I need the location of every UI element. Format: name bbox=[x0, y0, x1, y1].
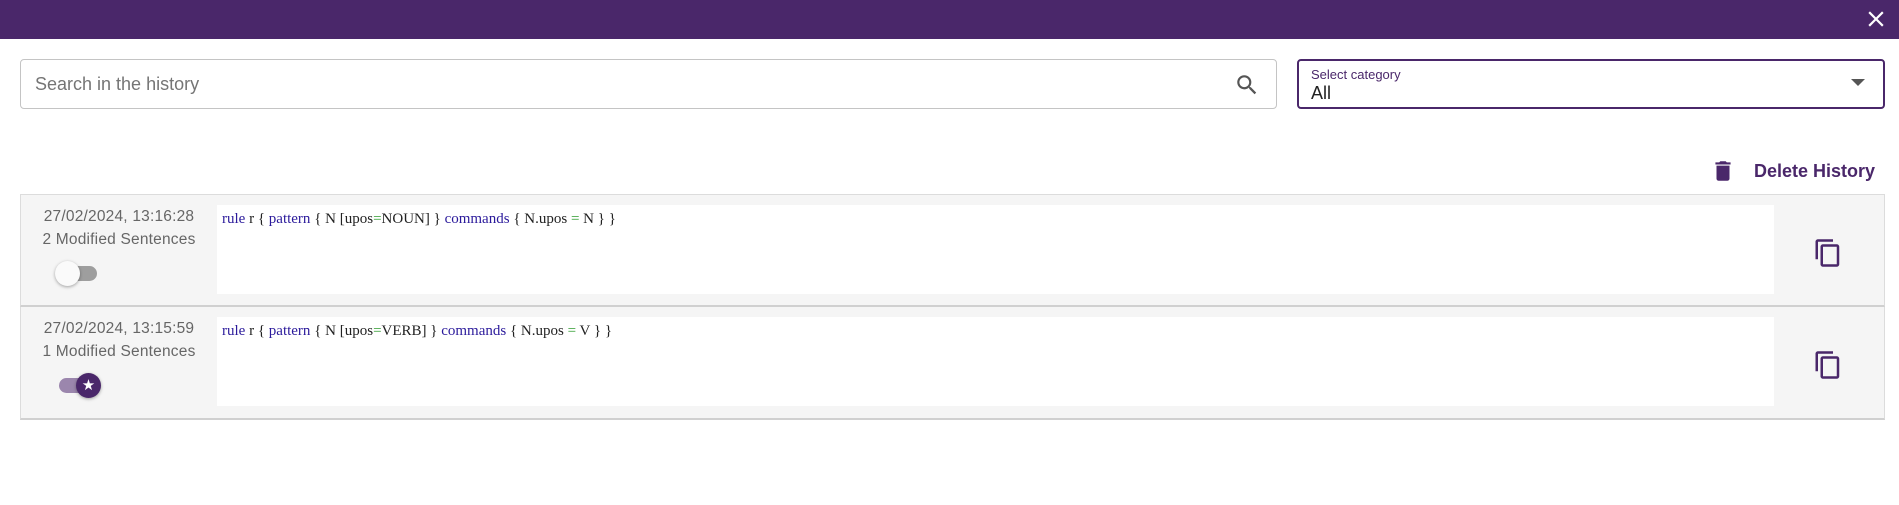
category-select[interactable]: Select category All bbox=[1297, 59, 1885, 109]
rule-code[interactable]: rule r { pattern { N [upos=NOUN] } comma… bbox=[217, 205, 1774, 294]
code-text: V } } bbox=[576, 323, 613, 339]
code-operator: = bbox=[567, 323, 577, 339]
code-text: VERB] } bbox=[381, 323, 442, 339]
toggle-thumb: ★ bbox=[76, 373, 101, 398]
code-text: { N [upos bbox=[310, 211, 374, 227]
history-list: 27/02/2024, 13:16:28 2 Modified Sentence… bbox=[20, 194, 1885, 420]
category-select-label: Select category bbox=[1311, 67, 1401, 82]
star-icon: ★ bbox=[81, 377, 96, 394]
copy-icon bbox=[1815, 351, 1840, 379]
close-icon bbox=[1868, 11, 1884, 27]
arrow-drop-down-icon bbox=[1851, 79, 1865, 89]
delete-history-button[interactable]: Delete History bbox=[1710, 156, 1875, 186]
code-line: rule r { pattern { N [upos=NOUN] } comma… bbox=[222, 211, 1769, 228]
copy-icon bbox=[1815, 239, 1840, 267]
code-text: N } } bbox=[579, 211, 616, 227]
history-meta: 27/02/2024, 13:16:28 2 Modified Sentence… bbox=[21, 205, 217, 251]
history-modified-count: 1 Modified Sentences bbox=[42, 343, 196, 360]
code-keyword: commands bbox=[441, 323, 507, 339]
favorite-toggle[interactable] bbox=[55, 259, 101, 287]
code-keyword: pattern bbox=[268, 323, 311, 339]
code-operator: = bbox=[373, 211, 382, 227]
trash-icon bbox=[1710, 157, 1736, 185]
search-icon[interactable] bbox=[1234, 72, 1260, 98]
code-keyword: rule bbox=[222, 211, 246, 227]
code-text: r { bbox=[245, 323, 269, 339]
code-keyword: pattern bbox=[268, 211, 311, 227]
code-text: { N.upos bbox=[506, 323, 568, 339]
search-input[interactable] bbox=[35, 60, 1215, 108]
history-modified-count: 2 Modified Sentences bbox=[42, 231, 196, 248]
toggle-thumb bbox=[55, 261, 80, 286]
history-timestamp: 27/02/2024, 13:15:59 bbox=[43, 320, 195, 337]
history-item: 27/02/2024, 13:15:59 1 Modified Sentence… bbox=[20, 307, 1885, 420]
code-text: { N [upos bbox=[310, 323, 374, 339]
history-item: 27/02/2024, 13:16:28 2 Modified Sentence… bbox=[20, 194, 1885, 307]
code-operator: = bbox=[373, 323, 382, 339]
code-keyword: commands bbox=[444, 211, 510, 227]
history-timestamp: 27/02/2024, 13:16:28 bbox=[43, 208, 195, 225]
close-button[interactable] bbox=[1863, 6, 1889, 32]
copy-button[interactable] bbox=[1813, 237, 1843, 269]
favorite-toggle[interactable]: ★ bbox=[55, 371, 101, 399]
category-select-value: All bbox=[1311, 83, 1332, 103]
history-meta: 27/02/2024, 13:15:59 1 Modified Sentence… bbox=[21, 317, 217, 363]
code-text: { N.upos bbox=[509, 211, 571, 227]
delete-history-label: Delete History bbox=[1754, 160, 1876, 181]
search-field bbox=[20, 59, 1277, 109]
code-keyword: rule bbox=[222, 323, 246, 339]
copy-button[interactable] bbox=[1813, 349, 1843, 381]
code-text: r { bbox=[245, 211, 269, 227]
rule-code[interactable]: rule r { pattern { N [upos=VERB] } comma… bbox=[217, 317, 1774, 406]
code-text: NOUN] } bbox=[381, 211, 445, 227]
top-bar bbox=[0, 0, 1899, 39]
code-line: rule r { pattern { N [upos=VERB] } comma… bbox=[222, 323, 1769, 340]
